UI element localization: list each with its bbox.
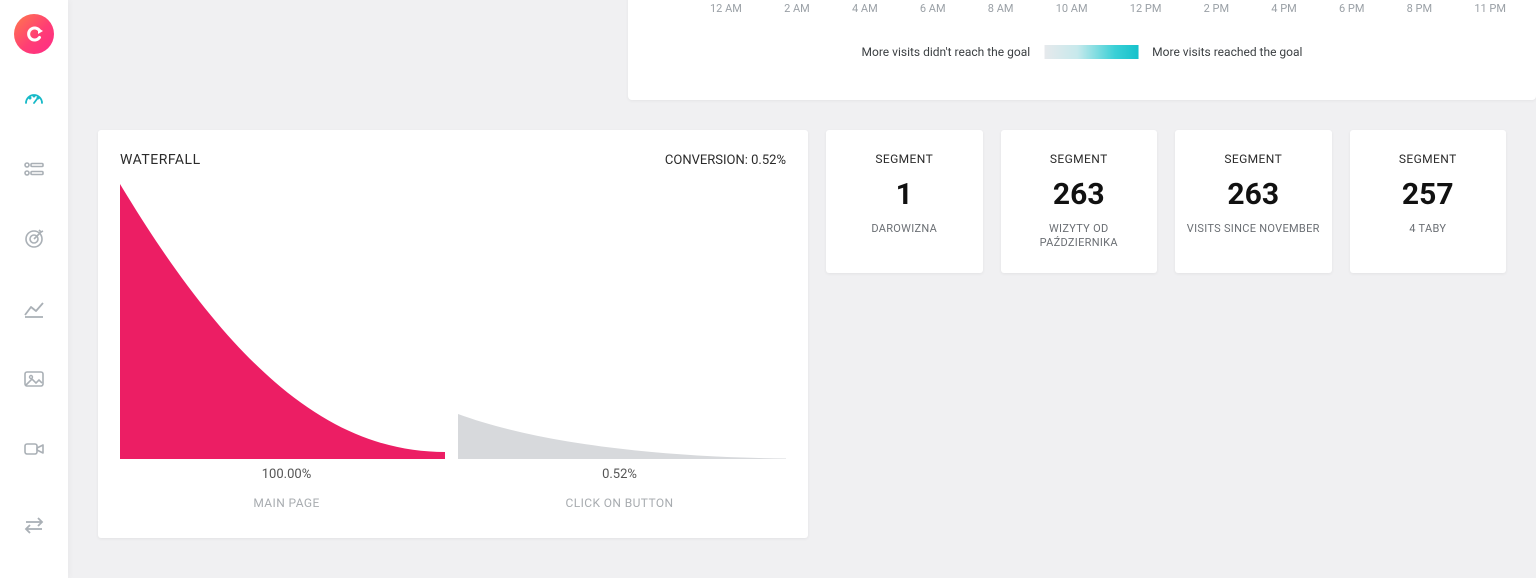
time-tick: 8 PM <box>1407 2 1432 15</box>
segment-card[interactable]: SEGMENT 263 WIZYTY OD PAŹDZIERNIKA <box>1001 130 1158 273</box>
gauge-icon <box>22 87 46 111</box>
time-tick: 2 AM <box>784 2 810 15</box>
sidebar-item-goals[interactable] <box>0 224 68 254</box>
video-icon <box>22 437 46 461</box>
waterfall-chart <box>120 184 786 459</box>
time-tick: 6 AM <box>920 2 946 15</box>
waterfall-step-1-labels: 100.00% MAIN PAGE <box>120 467 453 510</box>
sidebar-item-recordings[interactable] <box>0 434 68 464</box>
sidebar-item-images[interactable] <box>0 364 68 394</box>
sidebar <box>0 0 68 578</box>
waterfall-step-2-name: CLICK ON BUTTON <box>453 496 786 510</box>
waterfall-step-2-labels: 0.52% CLICK ON BUTTON <box>453 467 786 510</box>
sidebar-item-compare[interactable] <box>0 510 68 540</box>
time-tick: 12 AM <box>710 2 742 15</box>
segment-title: SEGMENT <box>1358 152 1499 166</box>
waterfall-svg <box>120 184 786 459</box>
logo-c-icon <box>22 22 46 46</box>
segment-value: 257 <box>1358 180 1499 210</box>
time-tick: 4 AM <box>852 2 878 15</box>
segments-icon <box>22 157 46 181</box>
sidebar-item-dashboard[interactable] <box>0 84 68 114</box>
legend-gradient <box>1044 45 1138 59</box>
segment-title: SEGMENT <box>1183 152 1324 166</box>
visits-heatmap-card: 12 AM 2 AM 4 AM 6 AM 8 AM 10 AM 12 PM 2 … <box>628 0 1536 100</box>
time-tick: 6 PM <box>1339 2 1364 15</box>
time-tick: 11 PM <box>1474 2 1506 15</box>
segment-value: 263 <box>1009 180 1150 210</box>
segment-card[interactable]: SEGMENT 1 DAROWIZNA <box>826 130 983 273</box>
segment-title: SEGMENT <box>1009 152 1150 166</box>
chart-icon <box>22 297 46 321</box>
target-icon <box>22 227 46 251</box>
legend-left-label: More visits didn't reach the goal <box>862 45 1031 59</box>
waterfall-title: WATERFALL <box>120 152 201 168</box>
sidebar-item-segments[interactable] <box>0 154 68 184</box>
segments-row: SEGMENT 1 DAROWIZNA SEGMENT 263 WIZYTY O… <box>826 130 1506 273</box>
time-tick: 10 AM <box>1056 2 1088 15</box>
waterfall-step-1-pct: 100.00% <box>120 467 453 482</box>
waterfall-step-1-area <box>120 184 445 459</box>
swap-icon <box>22 513 46 537</box>
segment-desc: 4 TABY <box>1358 222 1499 236</box>
time-tick: 4 PM <box>1271 2 1296 15</box>
waterfall-conversion: CONVERSION: 0.52% <box>665 153 786 168</box>
main: 12 AM 2 AM 4 AM 6 AM 8 AM 10 AM 12 PM 2 … <box>68 0 1536 578</box>
time-tick: 12 PM <box>1130 2 1162 15</box>
segment-title: SEGMENT <box>834 152 975 166</box>
waterfall-labels: 100.00% MAIN PAGE 0.52% CLICK ON BUTTON <box>120 467 786 510</box>
waterfall-card: WATERFALL CONVERSION: 0.52% 100.00% MAIN… <box>98 130 808 538</box>
segment-desc: DAROWIZNA <box>834 222 975 236</box>
sidebar-nav <box>0 84 68 540</box>
waterfall-step-2-area <box>458 414 786 459</box>
waterfall-step-1-name: MAIN PAGE <box>120 496 453 510</box>
segment-desc: WIZYTY OD PAŹDZIERNIKA <box>1009 222 1150 251</box>
sidebar-item-charts[interactable] <box>0 294 68 324</box>
logo[interactable] <box>0 4 68 64</box>
time-tick: 2 PM <box>1204 2 1229 15</box>
time-axis: 12 AM 2 AM 4 AM 6 AM 8 AM 10 AM 12 PM 2 … <box>710 2 1506 15</box>
segment-value: 1 <box>834 180 975 210</box>
waterfall-step-2-pct: 0.52% <box>453 467 786 482</box>
legend-right-label: More visits reached the goal <box>1152 45 1302 59</box>
image-icon <box>22 367 46 391</box>
segment-value: 263 <box>1183 180 1324 210</box>
segment-card[interactable]: SEGMENT 257 4 TABY <box>1350 130 1507 273</box>
segment-card[interactable]: SEGMENT 263 VISITS SINCE NOVEMBER <box>1175 130 1332 273</box>
time-tick: 8 AM <box>988 2 1014 15</box>
heatmap-legend: More visits didn't reach the goal More v… <box>862 45 1303 59</box>
segment-desc: VISITS SINCE NOVEMBER <box>1183 222 1324 236</box>
